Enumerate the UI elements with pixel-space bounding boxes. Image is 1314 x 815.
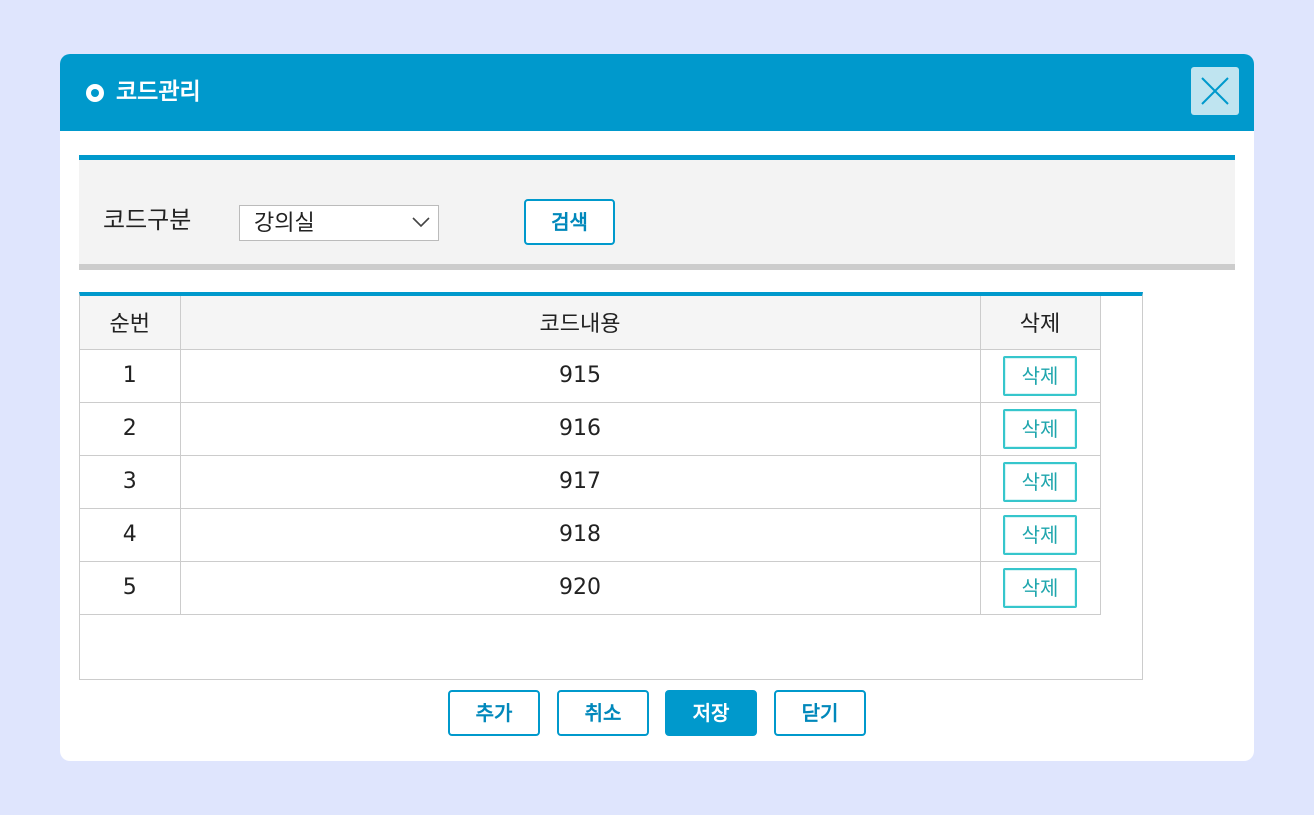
page-background: 코드관리 코드구분 강의실 검색 순번 코드내용 삭제 1 915 삭제 2 9… <box>0 0 1314 815</box>
delete-button[interactable]: 삭제 <box>1003 408 1077 449</box>
cancel-button[interactable]: 취소 <box>557 690 649 736</box>
row-content: 917 <box>179 454 981 509</box>
close-dialog-button[interactable]: 닫기 <box>774 690 866 736</box>
code-type-label: 코드구분 <box>103 206 192 234</box>
delete-button[interactable]: 삭제 <box>1003 355 1077 396</box>
row-seq: 1 <box>80 348 181 403</box>
delete-button[interactable]: 삭제 <box>1003 514 1077 555</box>
row-delete-cell: 삭제 <box>979 454 1101 509</box>
close-icon <box>1201 77 1229 105</box>
delete-button[interactable]: 삭제 <box>1003 461 1077 502</box>
dialog-title: 코드관리 <box>116 79 201 105</box>
row-delete-cell: 삭제 <box>979 348 1101 403</box>
table-row: 1 915 삭제 <box>80 348 1101 403</box>
row-delete-cell: 삭제 <box>979 507 1101 562</box>
code-type-selected-value: 강의실 <box>254 211 315 236</box>
search-button[interactable]: 검색 <box>524 199 615 245</box>
header-seq: 순번 <box>80 296 181 350</box>
chevron-down-icon <box>412 217 430 228</box>
row-delete-cell: 삭제 <box>979 560 1101 615</box>
header-delete: 삭제 <box>979 296 1101 350</box>
code-grid: 순번 코드내용 삭제 1 915 삭제 2 916 삭제 3 917 삭제 4 … <box>79 292 1143 680</box>
row-seq: 2 <box>80 401 181 456</box>
row-seq: 5 <box>80 560 181 615</box>
code-type-select[interactable]: 강의실 <box>239 205 439 241</box>
table-row: 5 920 삭제 <box>80 560 1101 615</box>
row-content: 918 <box>179 507 981 562</box>
row-content: 916 <box>179 401 981 456</box>
close-button[interactable] <box>1191 67 1239 115</box>
row-content: 915 <box>179 348 981 403</box>
table-row: 3 917 삭제 <box>80 454 1101 509</box>
row-content: 920 <box>179 560 981 615</box>
dialog-titlebar: 코드관리 <box>60 54 1254 131</box>
delete-button[interactable]: 삭제 <box>1003 567 1077 608</box>
row-seq: 4 <box>80 507 181 562</box>
table-row: 4 918 삭제 <box>80 507 1101 562</box>
header-content: 코드내용 <box>179 296 981 350</box>
code-management-dialog: 코드관리 코드구분 강의실 검색 순번 코드내용 삭제 1 915 삭제 2 9… <box>60 54 1254 761</box>
add-button[interactable]: 추가 <box>448 690 540 736</box>
table-row: 2 916 삭제 <box>80 401 1101 456</box>
save-button[interactable]: 저장 <box>665 690 757 736</box>
row-seq: 3 <box>80 454 181 509</box>
search-panel: 코드구분 강의실 검색 <box>79 155 1235 270</box>
table-header-row: 순번 코드내용 삭제 <box>80 296 1101 350</box>
row-delete-cell: 삭제 <box>979 401 1101 456</box>
code-table: 순번 코드내용 삭제 1 915 삭제 2 916 삭제 3 917 삭제 4 … <box>80 296 1101 615</box>
circle-bullet-icon <box>86 84 104 102</box>
